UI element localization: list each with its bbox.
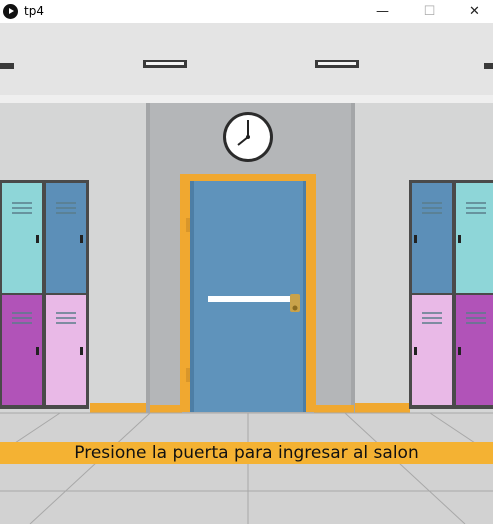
close-button[interactable]: ✕	[452, 0, 493, 23]
title-bar: tp4 — ☐ ✕	[0, 0, 493, 23]
hallway-scene: Presione la puerta para ingresar al salo…	[0, 23, 493, 524]
left-lockers	[0, 180, 89, 409]
door-prompt: Presione la puerta para ingresar al salo…	[74, 443, 419, 463]
right-lockers	[409, 180, 493, 409]
clock-icon	[223, 112, 273, 162]
window-title: tp4	[24, 4, 44, 18]
classroom-door[interactable]	[180, 174, 316, 412]
ceiling	[0, 23, 493, 101]
play-circle-icon	[3, 4, 18, 19]
floor	[0, 413, 493, 524]
minimize-button[interactable]: —	[360, 0, 405, 23]
maximize-button[interactable]: ☐	[407, 0, 452, 23]
